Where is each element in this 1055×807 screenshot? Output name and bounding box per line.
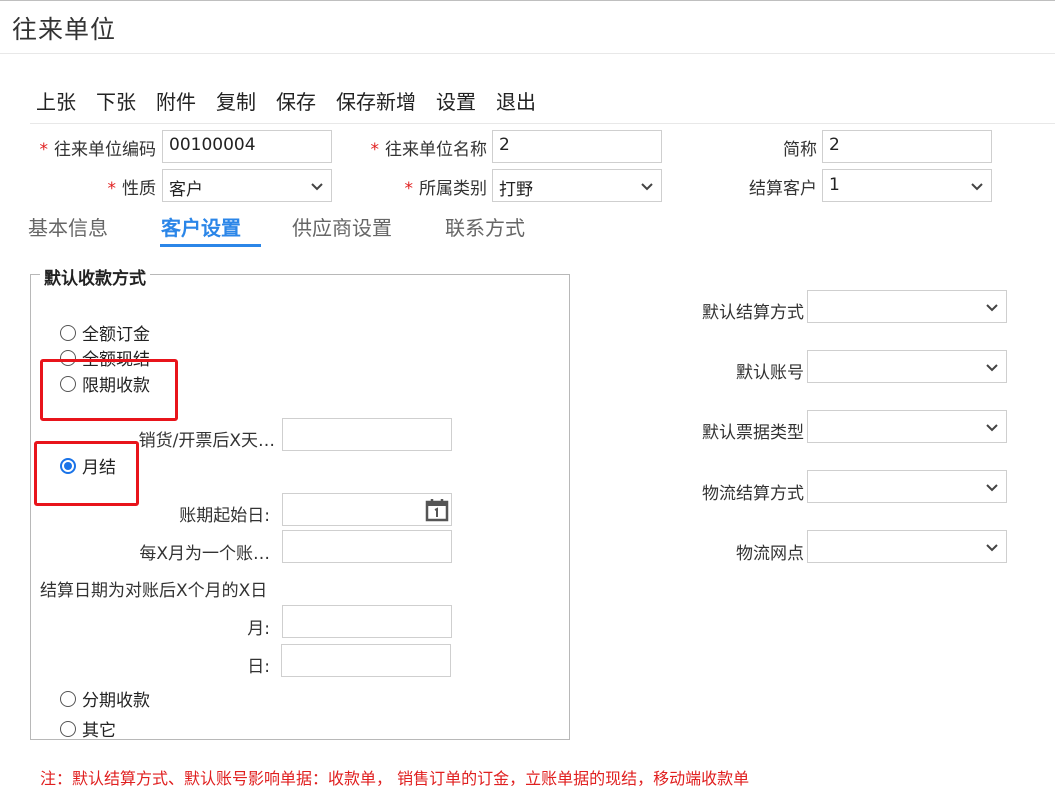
top-border <box>0 0 1055 1</box>
radio-label: 分期收款 <box>82 691 150 711</box>
radio-installment[interactable]: 分期收款 <box>60 686 150 711</box>
chevron-down-icon <box>986 364 998 372</box>
title-divider <box>0 53 1055 54</box>
name-label: * 往来单位名称 <box>370 140 488 160</box>
logistics-point-label: 物流网点 <box>736 544 804 564</box>
attachment-button[interactable]: 附件 <box>156 86 196 114</box>
tab-supplier-settings[interactable]: 供应商设置 <box>292 212 392 241</box>
calendar-icon[interactable] <box>425 498 449 522</box>
chevron-down-icon <box>986 544 998 552</box>
bill-type-label: 默认票据类型 <box>702 423 804 443</box>
chevron-down-icon <box>986 484 998 492</box>
next-button[interactable]: 下张 <box>96 86 136 114</box>
save-and-new-button[interactable]: 保存新增 <box>336 86 416 114</box>
prev-button[interactable]: 上张 <box>36 86 76 114</box>
radio-label: 其它 <box>82 721 116 741</box>
day-input[interactable] <box>281 644 451 677</box>
period-start-date-input[interactable] <box>282 493 452 526</box>
settle-method-label: 默认结算方式 <box>702 303 804 323</box>
chevron-down-icon <box>971 183 983 191</box>
radio-full-deposit[interactable]: 全额订金 <box>60 320 150 345</box>
category-select[interactable]: 打野 <box>492 169 662 202</box>
nature-select-value: 客户 <box>169 180 203 200</box>
tab-basic-info[interactable]: 基本信息 <box>28 212 108 241</box>
settle-customer-select[interactable]: 1 <box>822 169 992 202</box>
period-start-label: 账期起始日: <box>179 506 270 526</box>
logistics-point-select[interactable] <box>807 530 1007 563</box>
category-select-value: 打野 <box>499 180 533 200</box>
copy-button[interactable]: 复制 <box>216 86 256 114</box>
days-after-input[interactable] <box>282 418 452 451</box>
month-label: 月: <box>247 619 270 639</box>
code-input[interactable]: 00100004 <box>162 130 332 163</box>
settle-customer-label: 结算客户 <box>749 179 817 199</box>
logistics-settle-label: 物流结算方式 <box>702 484 804 504</box>
save-button[interactable]: 保存 <box>276 86 316 114</box>
chevron-down-icon <box>311 183 323 191</box>
account-select[interactable] <box>807 350 1007 383</box>
toolbar-divider <box>30 123 1055 124</box>
settle-method-select[interactable] <box>807 290 1007 323</box>
nature-select[interactable]: 客户 <box>162 169 332 202</box>
chevron-down-icon <box>986 304 998 312</box>
footer-note: 注：默认结算方式、默认账号影响单据：收款单， 销售订单的订金，立账单据的现结，移… <box>40 769 750 788</box>
settings-button[interactable]: 设置 <box>436 86 476 114</box>
collection-method-legend: 默认收款方式 <box>40 264 150 289</box>
tab-contact[interactable]: 联系方式 <box>445 212 525 241</box>
highlight-box-term <box>40 359 178 421</box>
settle-customer-value: 1 <box>829 175 840 195</box>
every-x-months-input[interactable] <box>282 530 452 563</box>
days-after-label: 销货/开票后X天… <box>138 431 275 451</box>
bill-type-select[interactable] <box>807 410 1007 443</box>
radio-circle <box>60 720 76 737</box>
short-name-input[interactable]: 2 <box>822 130 992 163</box>
radio-circle <box>60 324 76 341</box>
radio-other[interactable]: 其它 <box>60 716 116 741</box>
account-label: 默认账号 <box>736 363 804 383</box>
tab-customer-settings[interactable]: 客户设置 <box>161 212 241 241</box>
settle-date-label: 结算日期为对账后X个月的X日 <box>40 581 268 601</box>
radio-circle <box>60 690 76 707</box>
code-label: * 往来单位编码 <box>39 140 157 160</box>
chevron-down-icon <box>986 424 998 432</box>
name-input[interactable]: 2 <box>492 130 662 163</box>
category-label: * 所属类别 <box>404 179 488 199</box>
toolbar: 上张 下张 附件 复制 保存 保存新增 设置 退出 <box>36 86 556 114</box>
radio-label: 全额订金 <box>82 325 150 345</box>
chevron-down-icon <box>641 183 653 191</box>
logistics-settle-select[interactable] <box>807 470 1007 503</box>
nature-label: * 性质 <box>107 179 157 199</box>
active-tab-indicator <box>160 244 261 247</box>
month-input[interactable] <box>282 605 452 638</box>
short-name-label: 简称 <box>783 140 817 160</box>
exit-button[interactable]: 退出 <box>496 86 536 114</box>
every-x-months-label: 每X月为一个账… <box>139 544 270 564</box>
day-label: 日: <box>247 657 270 677</box>
page-title: 往来单位 <box>12 15 117 44</box>
highlight-box-monthly <box>34 441 139 506</box>
